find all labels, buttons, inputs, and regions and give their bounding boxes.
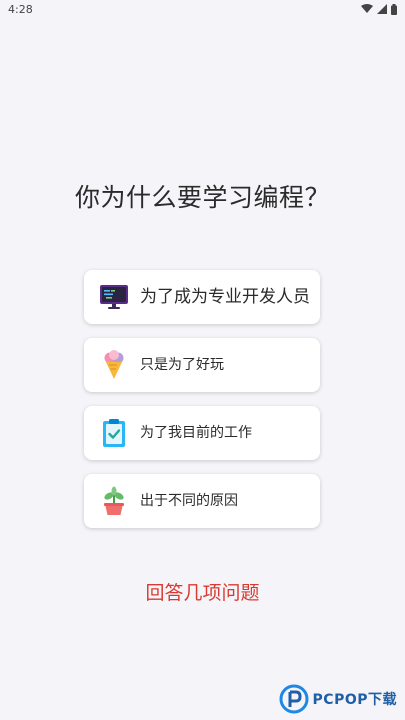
pcpop-logo-icon xyxy=(279,684,309,714)
clipboard-check-icon xyxy=(98,417,130,449)
option-label: 为了我目前的工作 xyxy=(140,425,252,441)
option-professional-developer[interactable]: 为了成为专业开发人员 xyxy=(84,270,320,324)
status-time: 4:28 xyxy=(8,2,33,16)
page-title: 你为什么要学习编程？ xyxy=(74,183,330,212)
option-current-job[interactable]: 为了我目前的工作 xyxy=(84,406,320,460)
battery-icon xyxy=(391,3,397,15)
option-label: 只是为了好玩 xyxy=(140,357,224,373)
status-bar: 4:28 xyxy=(0,0,405,18)
ice-cream-icon xyxy=(98,349,130,381)
signal-icon xyxy=(377,4,387,14)
option-label: 出于不同的原因 xyxy=(140,493,238,509)
option-label: 为了成为专业开发人员 xyxy=(140,286,310,307)
answer-questions-link[interactable]: 回答几项问题 xyxy=(0,578,405,605)
computer-monitor-icon xyxy=(98,281,130,313)
watermark-text: PCPOP下载 xyxy=(312,692,397,708)
option-just-for-fun[interactable]: 只是为了好玩 xyxy=(84,338,320,392)
option-other-reasons[interactable]: 出于不同的原因 xyxy=(84,474,320,528)
status-icons xyxy=(361,3,397,15)
watermark-logo: PCPOP下载 xyxy=(279,684,397,714)
potted-plant-icon xyxy=(98,485,130,517)
wifi-icon xyxy=(361,4,373,13)
